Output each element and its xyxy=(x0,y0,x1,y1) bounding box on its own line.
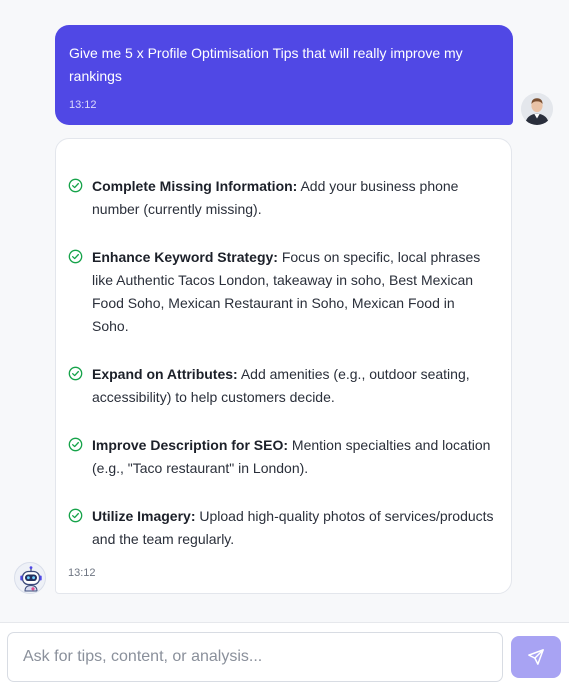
message-composer xyxy=(0,622,569,688)
check-circle-icon xyxy=(68,178,83,193)
check-circle-icon xyxy=(68,508,83,523)
tip-title: Enhance Keyword Strategy: xyxy=(92,249,278,265)
send-button[interactable] xyxy=(511,636,561,678)
user-message-time: 13:12 xyxy=(69,99,97,111)
check-circle-icon xyxy=(68,366,83,381)
assistant-message-time: 13:12 xyxy=(68,567,96,579)
check-circle-icon xyxy=(68,437,83,452)
assistant-message: Complete Missing Information: Add your b… xyxy=(55,138,512,594)
tip-title: Utilize Imagery: xyxy=(92,508,196,524)
user-message-text: Give me 5 x Profile Optimisation Tips th… xyxy=(69,45,463,84)
user-photo-icon xyxy=(521,93,553,125)
tip-item: Utilize Imagery: Upload high-quality pho… xyxy=(68,505,495,551)
tip-content: Enhance Keyword Strategy: Focus on speci… xyxy=(92,246,495,338)
send-icon xyxy=(528,649,544,665)
tip-item: Improve Description for SEO: Mention spe… xyxy=(68,434,495,480)
tip-item: Expand on Attributes: Add amenities (e.g… xyxy=(68,363,495,409)
tip-title: Expand on Attributes: xyxy=(92,366,238,382)
user-message: Give me 5 x Profile Optimisation Tips th… xyxy=(55,25,513,125)
tip-content: Expand on Attributes: Add amenities (e.g… xyxy=(92,363,495,409)
assistant-avatar xyxy=(14,562,46,594)
user-avatar xyxy=(521,93,553,125)
robot-icon xyxy=(20,566,42,592)
tip-title: Improve Description for SEO: xyxy=(92,437,289,453)
tip-item: Enhance Keyword Strategy: Focus on speci… xyxy=(68,246,495,338)
tip-content: Complete Missing Information: Add your b… xyxy=(92,175,495,221)
user-message-bubble: Give me 5 x Profile Optimisation Tips th… xyxy=(55,25,513,125)
tip-content: Utilize Imagery: Upload high-quality pho… xyxy=(92,505,495,551)
tip-item: Complete Missing Information: Add your b… xyxy=(68,175,495,221)
tip-content: Improve Description for SEO: Mention spe… xyxy=(92,434,495,480)
tip-title: Complete Missing Information: xyxy=(92,178,298,194)
tips-list: Complete Missing Information: Add your b… xyxy=(68,175,495,551)
chat-thread: Give me 5 x Profile Optimisation Tips th… xyxy=(0,0,569,622)
check-circle-icon xyxy=(68,249,83,264)
chat-input[interactable] xyxy=(7,632,503,682)
